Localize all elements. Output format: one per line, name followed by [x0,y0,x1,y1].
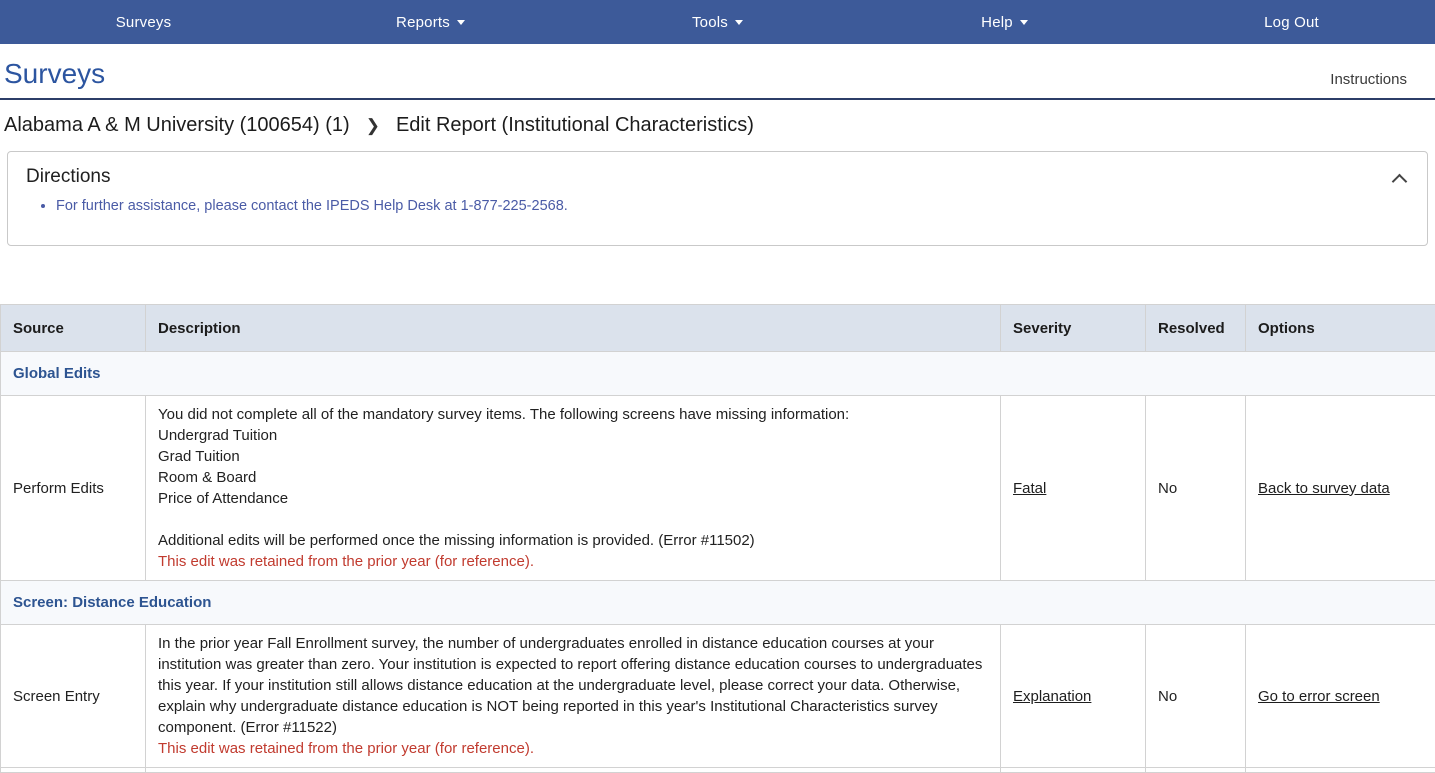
severity-link[interactable]: Explanation [1013,688,1091,705]
chevron-up-icon[interactable] [1393,174,1405,186]
caret-down-icon [457,20,465,25]
resolved-cell: No [1146,625,1246,768]
spacer [0,246,1435,304]
source-cell: Perform Edits [1,396,146,581]
section-row-global-edits: Global Edits [1,352,1435,396]
column-header-options: Options [1246,305,1435,352]
options-cell: Go to error screen [1246,625,1435,768]
description-cell: In the prior year Fall Enrollment survey… [146,625,1001,768]
breadcrumb-separator: ❯ [366,116,380,136]
column-header-resolved: Resolved [1146,305,1246,352]
breadcrumb-institution: Alabama A & M University (100654) (1) [4,114,350,137]
caret-down-icon [735,20,743,25]
caret-down-icon [1020,20,1028,25]
nav-item-surveys[interactable]: Surveys [0,0,287,44]
severity-cell: Explanation [1001,625,1146,768]
options-cell: Back to survey data [1246,396,1435,581]
nav-item-logout[interactable]: Log Out [1148,0,1435,44]
section-row-distance-education: Screen: Distance Education [1,581,1435,625]
page-header: Surveys Instructions [0,44,1435,100]
instructions-link[interactable]: Instructions [1330,71,1407,90]
edit-report-table: Source Description Severity Resolved Opt… [0,304,1435,773]
section-title: Screen: Distance Education [1,581,1435,625]
top-navbar: Surveys Reports Tools Help Log Out [0,0,1435,44]
nav-item-help[interactable]: Help [861,0,1148,44]
breadcrumb-page: Edit Report (Institutional Characteristi… [396,114,754,137]
nav-item-label: Surveys [116,14,172,31]
page-title: Surveys [4,58,105,90]
column-header-source: Source [1,305,146,352]
back-to-survey-data-link[interactable]: Back to survey data [1258,480,1390,497]
directions-list: For further assistance, please contact t… [26,196,1409,216]
severity-link[interactable]: Fatal [1013,480,1046,497]
retained-note: This edit was retained from the prior ye… [158,738,988,759]
nav-item-label: Help [981,14,1013,31]
retained-note: This edit was retained from the prior ye… [158,551,988,572]
nav-item-label: Tools [692,14,728,31]
resolved-cell: No [1146,396,1246,581]
directions-title: Directions [26,166,1409,188]
nav-item-label: Log Out [1264,14,1319,31]
description-text: You did not complete all of the mandator… [158,404,988,551]
description-cell: You did not complete all of the mandator… [146,396,1001,581]
column-header-description: Description [146,305,1001,352]
table-row-partial [1,768,1435,773]
description-text: In the prior year Fall Enrollment survey… [158,633,988,738]
breadcrumb: Alabama A & M University (100654) (1) ❯ … [0,100,1435,149]
nav-item-tools[interactable]: Tools [574,0,861,44]
table-row: Perform Edits You did not complete all o… [1,396,1435,581]
table-header-row: Source Description Severity Resolved Opt… [1,305,1435,352]
nav-item-reports[interactable]: Reports [287,0,574,44]
column-header-severity: Severity [1001,305,1146,352]
nav-item-label: Reports [396,14,450,31]
section-title: Global Edits [1,352,1435,396]
table-row: Screen Entry In the prior year Fall Enro… [1,625,1435,768]
go-to-error-screen-link[interactable]: Go to error screen [1258,688,1380,705]
severity-cell: Fatal [1001,396,1146,581]
source-cell: Screen Entry [1,625,146,768]
directions-item: For further assistance, please contact t… [56,196,1409,216]
directions-panel: Directions For further assistance, pleas… [7,151,1428,246]
